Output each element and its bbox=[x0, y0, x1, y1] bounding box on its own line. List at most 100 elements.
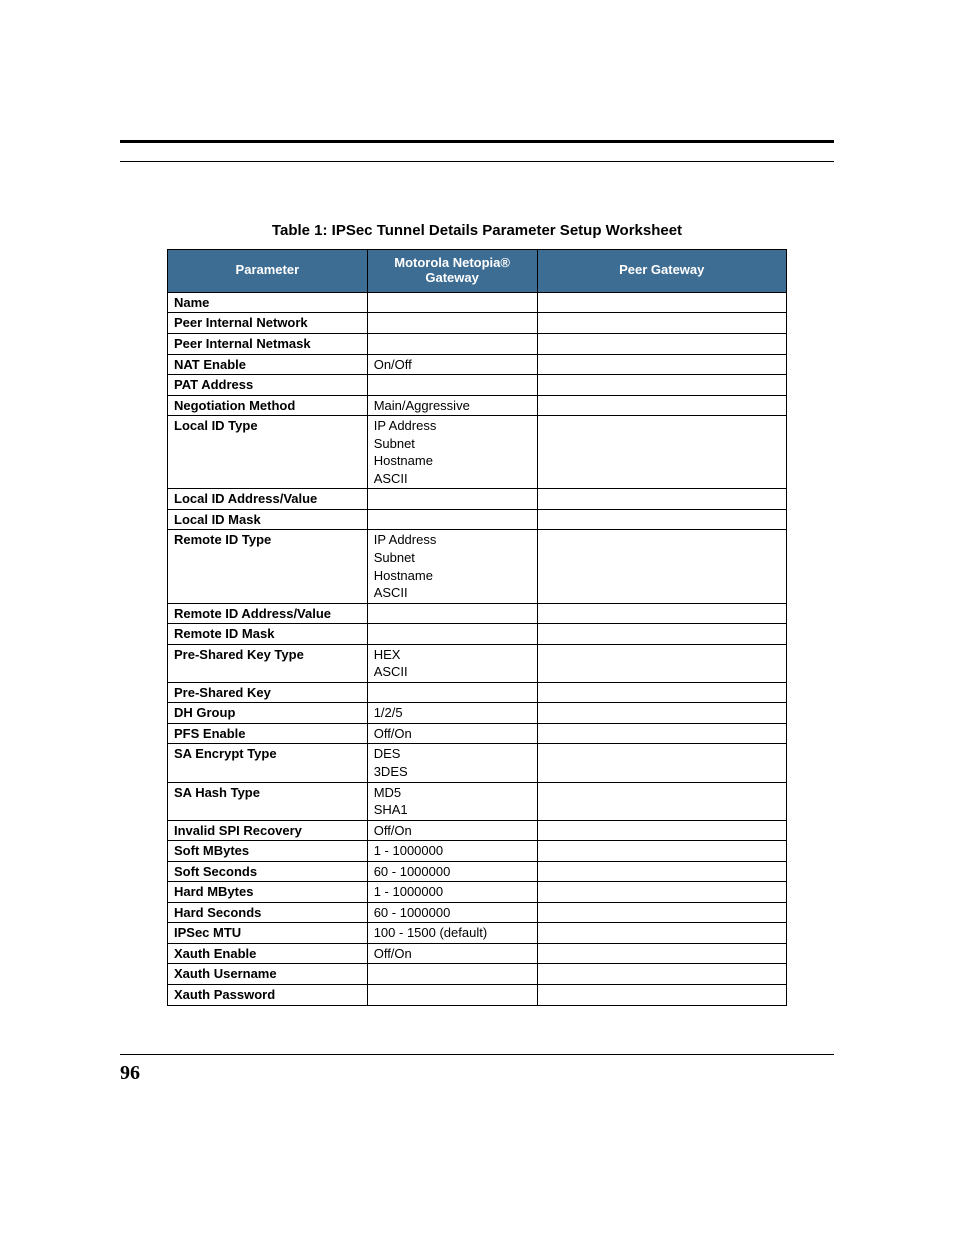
document-page: Table 1: IPSec Tunnel Details Parameter … bbox=[0, 0, 954, 1235]
table-row: Xauth EnableOff/On bbox=[168, 943, 787, 964]
table-row: Remote ID Address/Value bbox=[168, 603, 787, 624]
cell-parameter: DH Group bbox=[168, 703, 368, 724]
table-row: SA Encrypt TypeDES 3DES bbox=[168, 744, 787, 782]
cell-gateway bbox=[367, 603, 537, 624]
table-header-row: Parameter Motorola Netopia® Gateway Peer… bbox=[168, 250, 787, 293]
cell-peer bbox=[537, 703, 786, 724]
cell-gateway: 60 - 1000000 bbox=[367, 902, 537, 923]
cell-gateway: 60 - 1000000 bbox=[367, 861, 537, 882]
cell-peer bbox=[537, 644, 786, 682]
top-rule-thick bbox=[120, 140, 834, 143]
cell-gateway: DES 3DES bbox=[367, 744, 537, 782]
header-gateway: Motorola Netopia® Gateway bbox=[367, 250, 537, 293]
cell-gateway bbox=[367, 375, 537, 396]
cell-peer bbox=[537, 489, 786, 510]
cell-parameter: Remote ID Address/Value bbox=[168, 603, 368, 624]
cell-gateway: IP Address Subnet Hostname ASCII bbox=[367, 530, 537, 603]
cell-parameter: PFS Enable bbox=[168, 723, 368, 744]
cell-gateway bbox=[367, 489, 537, 510]
table-row: PAT Address bbox=[168, 375, 787, 396]
cell-parameter: Soft MBytes bbox=[168, 841, 368, 862]
page-number: 96 bbox=[120, 1062, 140, 1085]
cell-parameter: Invalid SPI Recovery bbox=[168, 820, 368, 841]
cell-parameter: SA Hash Type bbox=[168, 782, 368, 820]
cell-gateway bbox=[367, 985, 537, 1006]
cell-parameter: Xauth Password bbox=[168, 985, 368, 1006]
table-row: Pre-Shared Key TypeHEX ASCII bbox=[168, 644, 787, 682]
cell-peer bbox=[537, 682, 786, 703]
cell-gateway: IP Address Subnet Hostname ASCII bbox=[367, 416, 537, 489]
cell-peer bbox=[537, 313, 786, 334]
cell-parameter: Local ID Type bbox=[168, 416, 368, 489]
cell-parameter: PAT Address bbox=[168, 375, 368, 396]
cell-peer bbox=[537, 744, 786, 782]
table-row: Xauth Password bbox=[168, 985, 787, 1006]
footer-rule bbox=[120, 1054, 834, 1055]
cell-peer bbox=[537, 416, 786, 489]
cell-peer bbox=[537, 375, 786, 396]
worksheet-table: Parameter Motorola Netopia® Gateway Peer… bbox=[167, 249, 787, 1006]
cell-peer bbox=[537, 985, 786, 1006]
cell-parameter: Pre-Shared Key bbox=[168, 682, 368, 703]
cell-parameter: Pre-Shared Key Type bbox=[168, 644, 368, 682]
table-row: Hard MBytes1 - 1000000 bbox=[168, 882, 787, 903]
cell-parameter: Remote ID Mask bbox=[168, 624, 368, 645]
cell-gateway: Off/On bbox=[367, 820, 537, 841]
cell-peer bbox=[537, 603, 786, 624]
cell-peer bbox=[537, 841, 786, 862]
table-row: SA Hash TypeMD5 SHA1 bbox=[168, 782, 787, 820]
table-row: Remote ID TypeIP Address Subnet Hostname… bbox=[168, 530, 787, 603]
cell-gateway: 1/2/5 bbox=[367, 703, 537, 724]
table-caption: Table 1: IPSec Tunnel Details Parameter … bbox=[120, 222, 834, 239]
header-peer: Peer Gateway bbox=[537, 250, 786, 293]
cell-gateway: 100 - 1500 (default) bbox=[367, 923, 537, 944]
table-row: Name bbox=[168, 292, 787, 313]
cell-gateway: On/Off bbox=[367, 354, 537, 375]
cell-gateway: 1 - 1000000 bbox=[367, 882, 537, 903]
cell-parameter: Hard Seconds bbox=[168, 902, 368, 923]
table-body: NamePeer Internal NetworkPeer Internal N… bbox=[168, 292, 787, 1005]
cell-peer bbox=[537, 723, 786, 744]
cell-parameter: Name bbox=[168, 292, 368, 313]
cell-parameter: Local ID Address/Value bbox=[168, 489, 368, 510]
cell-peer bbox=[537, 782, 786, 820]
cell-peer bbox=[537, 943, 786, 964]
cell-gateway: Main/Aggressive bbox=[367, 395, 537, 416]
cell-peer bbox=[537, 882, 786, 903]
cell-gateway bbox=[367, 333, 537, 354]
table-row: Local ID Address/Value bbox=[168, 489, 787, 510]
table-row: Soft Seconds60 - 1000000 bbox=[168, 861, 787, 882]
table-row: Negotiation MethodMain/Aggressive bbox=[168, 395, 787, 416]
table-row: Local ID TypeIP Address Subnet Hostname … bbox=[168, 416, 787, 489]
cell-peer bbox=[537, 861, 786, 882]
cell-parameter: Xauth Enable bbox=[168, 943, 368, 964]
table-row: Invalid SPI RecoveryOff/On bbox=[168, 820, 787, 841]
cell-gateway: HEX ASCII bbox=[367, 644, 537, 682]
table-row: Hard Seconds60 - 1000000 bbox=[168, 902, 787, 923]
cell-gateway bbox=[367, 682, 537, 703]
cell-gateway bbox=[367, 292, 537, 313]
table-row: Soft MBytes1 - 1000000 bbox=[168, 841, 787, 862]
cell-gateway bbox=[367, 509, 537, 530]
cell-peer bbox=[537, 964, 786, 985]
cell-gateway: Off/On bbox=[367, 723, 537, 744]
cell-gateway bbox=[367, 964, 537, 985]
table-row: Pre-Shared Key bbox=[168, 682, 787, 703]
cell-peer bbox=[537, 395, 786, 416]
table-row: Peer Internal Network bbox=[168, 313, 787, 334]
cell-parameter: Hard MBytes bbox=[168, 882, 368, 903]
cell-peer bbox=[537, 624, 786, 645]
table-row: DH Group1/2/5 bbox=[168, 703, 787, 724]
cell-parameter: Remote ID Type bbox=[168, 530, 368, 603]
cell-peer bbox=[537, 292, 786, 313]
cell-parameter: Local ID Mask bbox=[168, 509, 368, 530]
cell-parameter: IPSec MTU bbox=[168, 923, 368, 944]
cell-parameter: SA Encrypt Type bbox=[168, 744, 368, 782]
cell-peer bbox=[537, 509, 786, 530]
cell-gateway bbox=[367, 624, 537, 645]
table-row: Xauth Username bbox=[168, 964, 787, 985]
table-row: PFS EnableOff/On bbox=[168, 723, 787, 744]
cell-peer bbox=[537, 820, 786, 841]
cell-parameter: NAT Enable bbox=[168, 354, 368, 375]
cell-peer bbox=[537, 354, 786, 375]
